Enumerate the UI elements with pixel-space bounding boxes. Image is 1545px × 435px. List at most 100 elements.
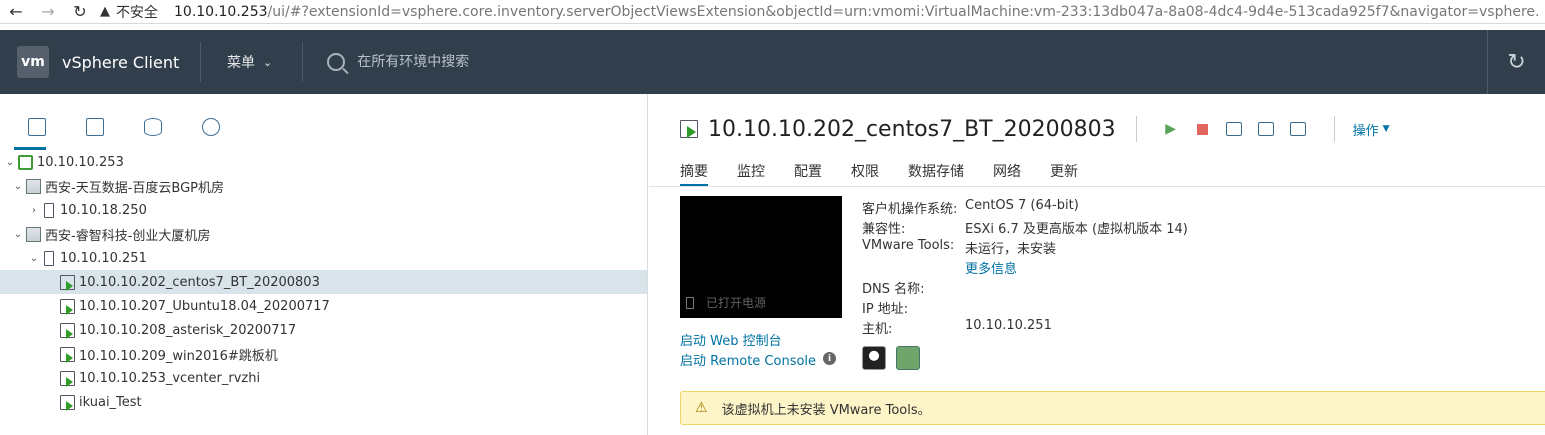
- vmware-logo[interactable]: vm: [17, 46, 49, 78]
- vmware-tools-icon: [896, 346, 920, 370]
- snapshot-icon[interactable]: [1289, 122, 1306, 136]
- inventory-tree: ⌄ 10.10.10.253 ⌄ 西安-天互数据-百度云BGP机房 › 10.1…: [0, 150, 647, 414]
- tools-warning-alert: ⚠ 该虚拟机上未安装 VMware Tools。: [680, 391, 1545, 425]
- vm-powered-on-icon: [60, 274, 75, 291]
- url-host: 10.10.10.253: [174, 3, 268, 20]
- insecure-label: 不安全: [116, 4, 158, 21]
- prop-value: ESXi 6.7 及更高版本 (虚拟机版本 14): [965, 222, 1188, 237]
- arrow-left-icon: ←: [9, 2, 23, 21]
- browser-toolbar: ← → ↻ ▲ 不安全 10.10.10.253/ui/#?extensionI…: [0, 0, 1545, 24]
- tree-item-label: 10.10.10.208_asterisk_20200717: [79, 322, 297, 338]
- app-header: vm vSphere Client 菜单 ⌄ ↻: [0, 30, 1545, 94]
- migrate-icon[interactable]: [1257, 122, 1274, 136]
- tab-vms-and-templates[interactable]: [66, 104, 124, 150]
- tab-updates[interactable]: 更新: [1050, 156, 1078, 186]
- alert-text: 该虚拟机上未安装 VMware Tools。: [721, 402, 931, 418]
- tab-hosts-and-clusters[interactable]: [8, 104, 66, 150]
- prop-dns: DNS 名称:: [862, 276, 1462, 297]
- vms-templates-icon: [86, 118, 104, 136]
- prop-ip: IP 地址:: [862, 296, 1462, 317]
- tab-networks[interactable]: 网络: [993, 156, 1021, 186]
- prop-label: 主机:: [862, 322, 893, 337]
- tree-item-host[interactable]: › 10.10.18.250: [0, 198, 647, 222]
- linux-penguin-icon: [862, 346, 886, 370]
- launch-console-icon[interactable]: [1225, 122, 1242, 136]
- tabs-divider: [649, 186, 1545, 187]
- vm-powered-on-icon: [60, 322, 75, 339]
- tree-item-vcenter[interactable]: ⌄ 10.10.10.253: [0, 150, 647, 174]
- menu-label: 菜单: [227, 55, 255, 71]
- vm-title-row: 10.10.10.202_centos7_BT_20200803 ▶ 操作 ▼: [680, 116, 1390, 142]
- tab-datastores[interactable]: 数据存储: [908, 156, 964, 186]
- chevron-down-icon[interactable]: ⌄: [26, 253, 42, 264]
- header-divider: [302, 42, 304, 82]
- prop-label: 客户机操作系统:: [862, 202, 958, 217]
- url-path: /ui/#?extensionId=vsphere.core.inventory…: [267, 3, 1540, 20]
- chevron-down-icon[interactable]: ⌄: [10, 229, 26, 240]
- tab-storage[interactable]: [124, 104, 182, 150]
- vcenter-icon: [18, 154, 33, 170]
- tree-item-vm[interactable]: 10.10.10.208_asterisk_20200717: [0, 318, 647, 342]
- host-icon: [44, 202, 54, 218]
- tree-item-vm[interactable]: ikuai_Test: [0, 390, 647, 414]
- title-divider: [1333, 116, 1335, 142]
- tree-item-label: 西安-天互数据-百度云BGP机房: [45, 180, 224, 196]
- tab-permissions[interactable]: 权限: [851, 156, 879, 186]
- title-divider: [1135, 116, 1137, 142]
- warning-triangle-icon: ▲: [100, 4, 110, 19]
- vm-detail-panel: 10.10.10.202_centos7_BT_20200803 ▶ 操作 ▼ …: [649, 94, 1545, 435]
- os-icons: [862, 346, 930, 370]
- vm-powered-on-icon: [60, 394, 75, 411]
- actions-label: 操作: [1352, 123, 1379, 139]
- tree-item-label: 10.10.10.209_win2016#跳板机: [79, 348, 278, 364]
- prop-label: VMware Tools:: [862, 238, 955, 253]
- datacenter-icon: [26, 178, 41, 194]
- reload-icon: ↻: [73, 2, 87, 21]
- more-info-link[interactable]: 更多信息: [965, 258, 1017, 277]
- network-globe-icon: [202, 118, 220, 136]
- forward-button[interactable]: →: [32, 0, 64, 24]
- tree-item-datacenter[interactable]: ⌄ 西安-睿智科技-创业大厦机房: [0, 222, 647, 246]
- refresh-button[interactable]: ↻: [1487, 30, 1545, 94]
- tab-summary[interactable]: 摘要: [680, 156, 708, 187]
- prop-guest-os: 客户机操作系统: CentOS 7 (64-bit): [862, 196, 1462, 217]
- tree-item-vm[interactable]: 10.10.10.202_centos7_BT_20200803: [0, 270, 647, 294]
- tab-networking[interactable]: [182, 104, 240, 150]
- chevron-down-icon[interactable]: ⌄: [2, 157, 18, 168]
- hosts-clusters-icon: [28, 118, 46, 136]
- console-status-label: 已打开电源: [706, 296, 767, 310]
- prop-compatibility: 兼容性: ESXi 6.7 及更高版本 (虚拟机版本 14): [862, 216, 1462, 237]
- global-search[interactable]: [327, 53, 658, 71]
- chevron-down-icon: ▼: [1382, 124, 1390, 134]
- info-icon[interactable]: i: [823, 352, 836, 365]
- tree-item-label: 10.10.10.251: [60, 250, 147, 266]
- tree-item-datacenter[interactable]: ⌄ 西安-天互数据-百度云BGP机房: [0, 174, 647, 198]
- address-bar[interactable]: ▲ 不安全 10.10.10.253/ui/#?extensionId=vsph…: [100, 0, 1540, 24]
- page-title: 10.10.10.202_centos7_BT_20200803: [708, 116, 1116, 142]
- menu-button[interactable]: 菜单 ⌄: [201, 52, 302, 72]
- reload-button[interactable]: ↻: [64, 0, 96, 24]
- back-button[interactable]: ←: [0, 0, 32, 24]
- chevron-down-icon[interactable]: ⌄: [10, 181, 26, 192]
- tree-item-vm[interactable]: 10.10.10.207_Ubuntu18.04_20200717: [0, 294, 647, 318]
- tree-item-host[interactable]: ⌄ 10.10.10.251: [0, 246, 647, 270]
- vm-properties: 客户机操作系统: CentOS 7 (64-bit) 兼容性: ESXi 6.7…: [862, 196, 1462, 337]
- prop-value: 未运行，未安装: [965, 242, 1057, 257]
- launch-remote-console-link[interactable]: 启动 Remote Console: [680, 350, 816, 369]
- tab-configure[interactable]: 配置: [794, 156, 822, 186]
- app-title[interactable]: vSphere Client: [62, 53, 200, 72]
- power-on-icon[interactable]: ▶: [1163, 121, 1179, 137]
- search-input[interactable]: [357, 54, 658, 70]
- tree-item-vm[interactable]: 10.10.10.253_vcenter_rvzhi: [0, 366, 647, 390]
- prop-value: 10.10.10.251: [965, 318, 1052, 333]
- launch-web-console-link[interactable]: 启动 Web 控制台: [680, 330, 782, 349]
- actions-menu-button[interactable]: 操作 ▼: [1353, 120, 1390, 139]
- console-thumbnail[interactable]: 已打开电源: [680, 196, 842, 318]
- tree-item-vm[interactable]: 10.10.10.209_win2016#跳板机: [0, 342, 647, 366]
- host-icon: [44, 250, 54, 266]
- navigator-panel: ⌄ 10.10.10.253 ⌄ 西安-天互数据-百度云BGP机房 › 10.1…: [0, 94, 648, 435]
- power-off-icon[interactable]: [1196, 123, 1208, 135]
- tab-monitor[interactable]: 监控: [737, 156, 765, 186]
- tree-item-label: 10.10.10.253: [37, 154, 124, 170]
- chevron-right-icon[interactable]: ›: [26, 205, 42, 216]
